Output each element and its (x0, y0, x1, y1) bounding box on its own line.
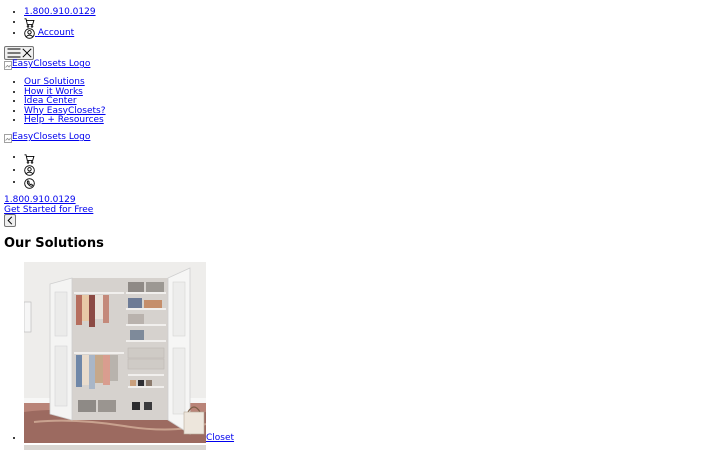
solution-item: Closet (24, 262, 720, 443)
get-started-link[interactable]: Get Started for Free (4, 205, 93, 216)
nav-link-why-easyclosets[interactable]: Why EasyClosets? (24, 106, 106, 116)
icon-item-account (24, 164, 720, 177)
close-icon (21, 48, 32, 58)
utility-item-account: Account (24, 27, 720, 39)
account-link-secondary[interactable] (24, 164, 35, 177)
logo-alt-text: EasyClosets Logo (12, 132, 91, 142)
icon-item-phone (24, 176, 720, 189)
user-circle-icon (24, 27, 35, 39)
nav-link-how-it-works[interactable]: How it Works (24, 87, 83, 97)
chevron-left-icon (7, 216, 13, 225)
logo-link[interactable]: EasyClosets Logo (4, 59, 91, 70)
hamburger-icon (7, 48, 21, 58)
solutions-list: Closet (0, 262, 720, 443)
solution-label-closet: Closet (206, 433, 235, 443)
solution-link-closet[interactable]: Closet (24, 262, 235, 443)
cart-icon (24, 153, 35, 164)
logo-link-secondary[interactable]: EasyClosets Logo (4, 132, 91, 143)
nav-item: Our Solutions (24, 77, 720, 88)
account-link[interactable]: Account (24, 27, 75, 39)
nav-link-idea-center[interactable]: Idea Center (24, 96, 77, 106)
icon-item-cart (24, 151, 720, 164)
menu-toggle-button[interactable] (4, 46, 34, 60)
broken-image-icon (4, 60, 12, 70)
nav-link-help-resources[interactable]: Help + Resources (24, 115, 104, 125)
cart-icon (24, 17, 35, 28)
phone-icon-link[interactable] (24, 176, 35, 189)
cart-link-secondary[interactable] (24, 151, 35, 164)
logo-alt-text: EasyClosets Logo (12, 59, 91, 69)
secondary-icon-list (0, 151, 720, 189)
broken-image-icon (4, 133, 12, 143)
nav-item: Idea Center (24, 96, 720, 107)
phone-icon (24, 177, 35, 189)
nav-link-our-solutions[interactable]: Our Solutions (24, 77, 85, 87)
phone-link[interactable]: 1.800.910.0129 (24, 7, 96, 17)
utility-list: 1.800.910.0129 Account (0, 7, 720, 39)
utility-item-phone: 1.800.910.0129 (24, 7, 720, 18)
cart-link[interactable] (24, 17, 35, 28)
back-button[interactable] (4, 214, 16, 227)
nav-item: How it Works (24, 87, 720, 98)
user-circle-icon (24, 165, 35, 176)
main-nav: Our Solutions How it Works Idea Center W… (0, 77, 720, 126)
next-solution-photo (24, 445, 206, 450)
nav-item: Why EasyClosets? (24, 106, 720, 117)
closet-photo (24, 262, 206, 443)
panel-title: Our Solutions (4, 236, 104, 251)
account-label: Account (37, 28, 75, 38)
utility-item-cart (24, 17, 720, 28)
nav-item: Help + Resources (24, 115, 720, 126)
